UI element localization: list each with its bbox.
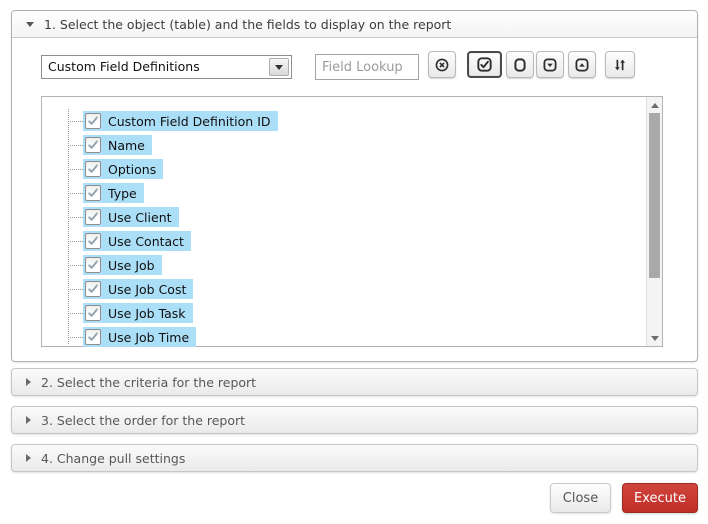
field-label: Type [108,185,137,201]
field-checkbox[interactable] [85,329,101,345]
triangle-up-icon [650,102,659,108]
field-label: Name [108,137,145,153]
expand-all-button[interactable] [568,51,596,78]
field-item[interactable]: Use Job Task [83,303,193,323]
uncheck-all-button[interactable] [506,51,534,78]
field-row: Use Job Cost [68,277,644,301]
empty-box-icon [514,57,526,72]
scroll-down-button[interactable] [647,330,662,346]
triangle-right-icon [26,454,31,462]
execute-button[interactable]: Execute [622,483,698,513]
circle-x-icon [435,58,449,71]
field-checkbox[interactable] [85,209,101,225]
clear-selection-button[interactable] [428,51,456,78]
field-row: Type [68,181,644,205]
field-item[interactable]: Use Job Time [83,327,197,347]
vertical-scrollbar[interactable] [646,97,662,346]
field-row: Use Job Time [68,325,644,349]
checkmark-icon [88,212,98,221]
field-item[interactable]: Use Job Cost [83,279,194,299]
checkmark-icon [88,188,98,197]
triangle-down-icon [650,335,659,341]
field-row: Name [68,133,644,157]
object-select-value: Custom Field Definitions [48,59,200,74]
checkmark-icon [88,164,98,173]
field-label: Custom Field Definition ID [108,113,271,129]
field-item[interactable]: Use Client [83,207,179,227]
boxed-checkmark-icon [477,57,492,72]
field-checkbox[interactable] [85,305,101,321]
section-1-header[interactable]: 1. Select the object (table) and the fie… [12,11,697,38]
dropdown-arrow-icon [269,58,289,76]
boxed-triangle-down-icon [543,58,557,71]
field-row: Custom Field Definition ID [68,109,644,133]
field-item[interactable]: Use Job [83,255,162,275]
boxed-triangle-up-icon [575,58,589,71]
field-item[interactable]: Name [83,135,152,155]
scroll-up-button[interactable] [647,97,662,113]
field-label: Use Job Task [108,305,186,321]
scrollbar-thumb[interactable] [649,113,660,278]
field-checkbox[interactable] [85,137,101,153]
field-item[interactable]: Options [83,159,164,179]
section-1-panel: 1. Select the object (table) and the fie… [11,10,698,362]
checkmark-icon [88,116,98,125]
section-3-title: 3. Select the order for the report [41,412,246,428]
field-row: Use Job Task [68,301,644,325]
field-checkbox[interactable] [85,281,101,297]
object-table-select[interactable]: Custom Field Definitions [41,55,292,79]
close-button[interactable]: Close [550,483,611,513]
field-row: Use Contact [68,229,644,253]
field-row: Options [68,157,644,181]
field-row: Use Client [68,205,644,229]
checkmark-icon [88,236,98,245]
section-4-title: 4. Change pull settings [41,450,186,466]
checkmark-icon [88,260,98,269]
field-list: Custom Field Definition ID Name Options … [41,96,663,347]
field-label: Use Job Cost [108,281,187,297]
field-checkbox[interactable] [85,185,101,201]
field-checkbox[interactable] [85,257,101,273]
section-2-header[interactable]: 2. Select the criteria for the report [11,368,698,396]
checkmark-icon [88,140,98,149]
field-lookup-input[interactable] [315,54,419,80]
checkmark-icon [88,284,98,293]
section-2-title: 2. Select the criteria for the report [41,374,257,390]
field-label: Options [108,161,157,177]
triangle-down-icon [26,21,34,27]
sort-fields-button[interactable] [605,51,635,78]
field-checkbox[interactable] [85,233,101,249]
field-label: Use Client [108,209,172,225]
section-4-header[interactable]: 4. Change pull settings [11,444,698,472]
field-checkbox[interactable] [85,161,101,177]
section-1-title: 1. Select the object (table) and the fie… [44,16,452,32]
triangle-right-icon [26,378,31,386]
field-row: Use Job [68,253,644,277]
checkmark-icon [88,308,98,317]
field-label: Use Job [108,257,155,273]
section-3-header[interactable]: 3. Select the order for the report [11,406,698,434]
field-checkbox[interactable] [85,113,101,129]
check-all-button[interactable] [467,51,502,78]
field-label: Use Job Time [108,329,190,345]
field-item[interactable]: Custom Field Definition ID [83,111,278,131]
down-up-arrows-icon [615,59,625,70]
field-item[interactable]: Type [83,183,144,203]
triangle-right-icon [26,416,31,424]
checkmark-icon [88,332,98,341]
collapse-all-button[interactable] [536,51,564,78]
field-label: Use Contact [108,233,184,249]
field-item[interactable]: Use Contact [83,231,191,251]
